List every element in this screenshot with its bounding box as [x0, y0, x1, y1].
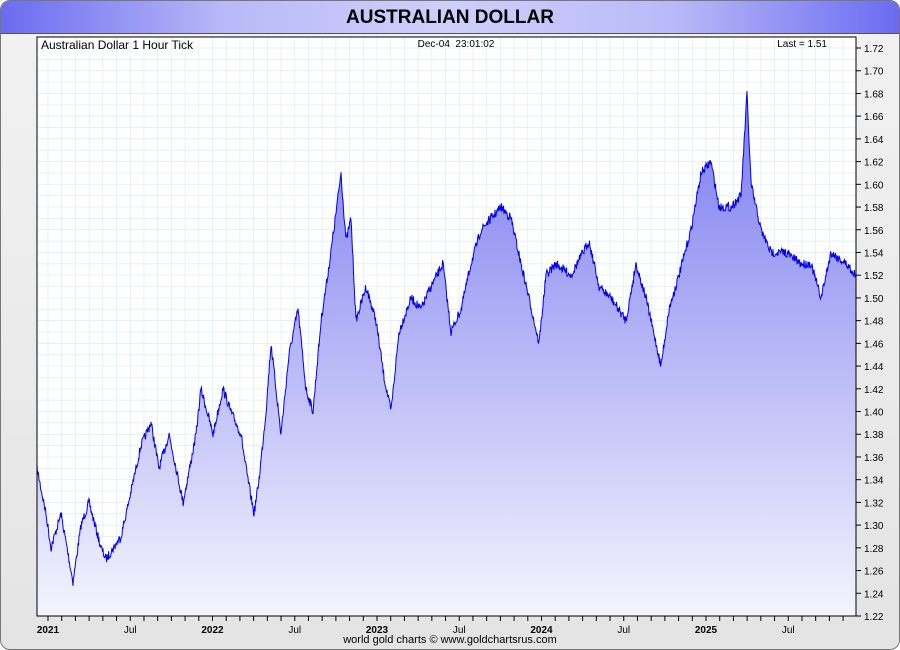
y-tick-label: 1.42 — [864, 385, 884, 396]
y-tick-label: 1.50 — [864, 294, 884, 305]
timestamp: Dec-04 23:01:02 — [418, 39, 495, 50]
y-tick-label: 1.26 — [864, 567, 884, 578]
y-tick-label: 1.60 — [864, 180, 884, 191]
y-tick-label: 1.44 — [864, 362, 884, 373]
y-tick-label: 1.52 — [864, 271, 884, 282]
y-tick-label: 1.38 — [864, 430, 884, 441]
y-tick-label: 1.62 — [864, 158, 884, 169]
y-tick-label: 1.24 — [864, 589, 884, 600]
y-tick-label: 1.58 — [864, 203, 884, 214]
y-tick-label: 1.66 — [864, 112, 884, 123]
y-tick-label: 1.30 — [864, 521, 884, 532]
y-tick-label: 1.22 — [864, 612, 884, 623]
footer-credit: world gold charts © www.goldchartsrus.co… — [343, 634, 557, 646]
y-tick-label: 1.56 — [864, 226, 884, 237]
chart-title: Australian Dollar 1 Hour Tick — [41, 38, 194, 52]
chart-svg: 1.22 1.24 1.26 1.28 1.30 1.32 1.34 1.36 1.38 1.40… — [36, 36, 884, 636]
last-value: Last = 1.51 — [777, 39, 827, 50]
y-tick-label: 1.70 — [864, 67, 884, 78]
chart-window: AUSTRALIAN DOLLAR 1.22 1.24 1.26 1.28 1.30 1.… — [0, 0, 900, 650]
y-tick-label: 1.72 — [864, 44, 884, 55]
y-tick-label: 1.28 — [864, 544, 884, 555]
y-tick-label: 1.64 — [864, 135, 884, 146]
y-tick-label: 1.34 — [864, 476, 884, 487]
y-tick-label: 1.32 — [864, 498, 884, 509]
y-tick-label: 1.36 — [864, 453, 884, 464]
y-tick-label: 1.54 — [864, 248, 884, 259]
x-axis: 2021 Jul 2022 Jul 2023 Jul 2024 Jul 2025 Jul — [37, 616, 844, 636]
y-tick-label: 1.48 — [864, 317, 884, 328]
y-tick-label: 1.40 — [864, 408, 884, 419]
y-tick-label: 1.68 — [864, 89, 884, 100]
y-tick-label: 1.46 — [864, 339, 884, 350]
y-axis: 1.22 1.24 1.26 1.28 1.30 1.32 1.34 1.36 1.38 1.40… — [856, 44, 884, 623]
